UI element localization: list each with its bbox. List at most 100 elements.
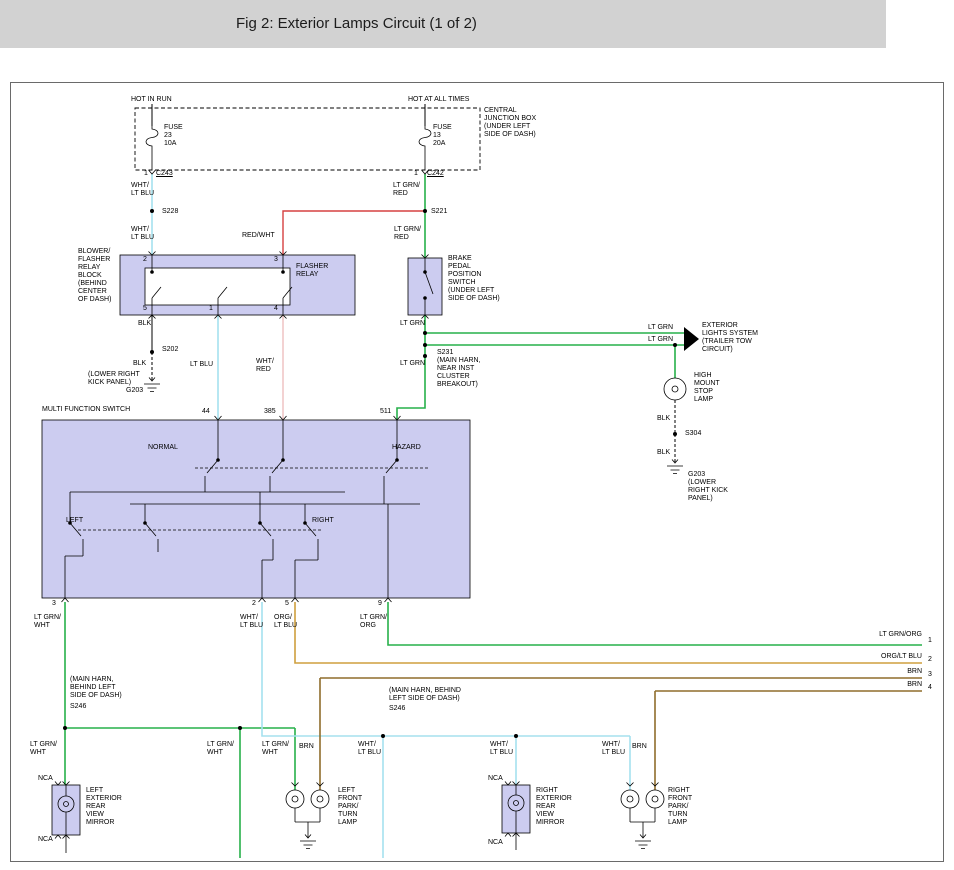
wire-label-wht-red: WHT/ RED	[256, 358, 274, 374]
label-fuse-23: FUSE 23 10A	[164, 124, 183, 148]
relay-pin-4: 4	[274, 305, 278, 313]
label-c242-pin: 1	[414, 170, 418, 178]
label-relay-block: BLOWER/ FLASHER RELAY BLOCK (BEHIND CENT…	[78, 248, 111, 304]
splice-label-s246-2: S246	[389, 705, 405, 713]
wire-label-red-wht: RED/WHT	[242, 232, 275, 240]
wire-label-lt-grn-1: LT GRN	[400, 320, 425, 328]
label-nca-3: NCA	[488, 775, 503, 783]
connector-pin-1: 1	[928, 637, 932, 645]
wire-label-org-lt-blu-2: ORG/LT BLU	[840, 653, 922, 661]
wire-label-lt-grn-wht-4: LT GRN/ WHT	[262, 741, 289, 757]
mfs-pin-3: 3	[52, 600, 56, 608]
wire-label-brn-4: BRN	[632, 743, 647, 751]
splice-label-s231: S231 (MAIN HARN, NEAR INST CLUSTER BREAK…	[437, 349, 481, 389]
wire-label-wht-lt-blu-1: WHT/ LT BLU	[131, 182, 154, 198]
wire-label-lt-grn-wht-1: LT GRN/ WHT	[34, 614, 61, 630]
splice-label-s221: S221	[431, 208, 447, 216]
label-central-junction-box: CENTRAL JUNCTION BOX (UNDER LEFT SIDE OF…	[484, 107, 536, 139]
wire-label-lt-grn-wht-3: LT GRN/ WHT	[207, 741, 234, 757]
wire-label-lt-grn-org-1: LT GRN/ ORG	[360, 614, 387, 630]
wire-label-blk-3: BLK	[657, 415, 670, 423]
wire-label-lt-grn-org-2: LT GRN/ORG	[840, 631, 922, 639]
label-c242: C242	[427, 170, 444, 178]
label-right-mirror: RIGHT EXTERIOR REAR VIEW MIRROR	[536, 787, 572, 827]
wire-label-lt-grn-4: LT GRN	[648, 336, 673, 344]
right-lamp-bulb-1	[621, 790, 639, 808]
wire-label-lt-grn-2: LT GRN	[400, 360, 425, 368]
connector-pin-3: 3	[928, 671, 932, 679]
label-normal: NORMAL	[148, 444, 178, 452]
splice-label-s304: S304	[685, 430, 701, 438]
mfs-pin-511: 511	[380, 408, 391, 416]
label-left-front-lamp: LEFT FRONT PARK/ TURN LAMP	[338, 787, 362, 827]
wire-label-wht-lt-blu-5: WHT/ LT BLU	[490, 741, 513, 757]
relay-pin-5: 5	[143, 305, 147, 313]
relay-pin-2: 2	[143, 256, 147, 264]
splice-label-s246-1: S246	[70, 703, 86, 711]
wire-label-blk-2: BLK	[133, 360, 146, 368]
central-junction-box	[135, 108, 480, 170]
flasher-relay-box	[145, 268, 290, 305]
label-left: LEFT	[66, 517, 83, 525]
mfs-pin-44: 44	[202, 408, 210, 416]
label-nca-2: NCA	[38, 836, 53, 844]
label-nca-4: NCA	[488, 839, 503, 847]
high-mount-bulb	[664, 378, 686, 400]
connector-pin-4: 4	[928, 684, 932, 692]
mfs-pin-9: 9	[378, 600, 382, 608]
label-left-mirror: LEFT EXTERIOR REAR VIEW MIRROR	[86, 787, 122, 827]
wire-label-blk-4: BLK	[657, 449, 670, 457]
wire-label-org-lt-blu-1: ORG/ LT BLU	[274, 614, 297, 630]
left-lamp-bulb-1	[286, 790, 304, 808]
c243-connector-icon	[149, 170, 156, 174]
wire-label-lt-grn-wht-2: LT GRN/ WHT	[30, 741, 57, 757]
wire-label-wht-lt-blu-2: WHT/ LT BLU	[131, 226, 154, 242]
label-fuse-13: FUSE 13 20A	[433, 124, 452, 148]
splice-label-s228: S228	[162, 208, 178, 216]
label-nca-1: NCA	[38, 775, 53, 783]
splice-label-s202: S202	[162, 346, 178, 354]
label-brake-switch: BRAKE PEDAL POSITION SWITCH (UNDER LEFT …	[448, 255, 500, 303]
wire-label-lt-blu: LT BLU	[190, 361, 213, 369]
mfs-pin-5: 5	[285, 600, 289, 608]
label-hot-at-all-times: HOT AT ALL TIMES	[408, 96, 469, 104]
wire-label-blk-1: BLK	[138, 320, 151, 328]
trailer-tow-arrow-icon	[684, 327, 699, 351]
label-c243-pin: 1	[144, 170, 148, 178]
wire-label-brn-3: BRN	[299, 743, 314, 751]
label-hot-in-run: HOT IN RUN	[131, 96, 172, 104]
wiring-diagram-canvas	[0, 0, 954, 870]
wire-label-wht-lt-blu-6: WHT/ LT BLU	[602, 741, 625, 757]
relay-pin-1: 1	[209, 305, 213, 313]
fuse-13-symbol	[419, 126, 431, 170]
mfs-pin-385: 385	[264, 408, 276, 416]
wire-label-wht-lt-blu-3: WHT/ LT BLU	[240, 614, 263, 630]
wire-label-lt-grn-red-2: LT GRN/ RED	[394, 226, 421, 242]
label-right: RIGHT	[312, 517, 334, 525]
label-main-harn-1: (MAIN HARN, BEHIND LEFT SIDE OF DASH)	[70, 676, 122, 700]
label-multi-function-switch: MULTI FUNCTION SWITCH	[42, 406, 130, 414]
label-c243: C243	[156, 170, 173, 178]
connector-pin-2: 2	[928, 656, 932, 664]
label-flasher-relay: FLASHER RELAY	[296, 263, 328, 279]
wire-label-brn-2: BRN	[884, 681, 922, 689]
right-lamp-bulb-2	[646, 790, 664, 808]
relay-pin-3: 3	[274, 256, 278, 264]
wire-label-lt-grn-3: LT GRN	[648, 324, 673, 332]
label-right-front-lamp: RIGHT FRONT PARK/ TURN LAMP	[668, 787, 692, 827]
label-hazard: HAZARD	[392, 444, 421, 452]
wire-label-wht-lt-blu-4: WHT/ LT BLU	[358, 741, 381, 757]
ground-label-g203-2: G203 (LOWER RIGHT KICK PANEL)	[688, 471, 728, 503]
left-lamp-pin-icons	[292, 783, 324, 787]
label-main-harn-2: (MAIN HARN, BEHIND LEFT SIDE OF DASH)	[389, 687, 461, 703]
left-lamp-bulb-2	[311, 790, 329, 808]
label-high-mount-stop-lamp: HIGH MOUNT STOP LAMP	[694, 372, 720, 404]
label-lower-right-kick: (LOWER RIGHT KICK PANEL)	[88, 371, 140, 387]
org-lt-blu-wire	[295, 602, 922, 663]
label-exterior-lights-system: EXTERIOR LIGHTS SYSTEM (TRAILER TOW CIRC…	[702, 322, 758, 354]
wire-label-brn-1: BRN	[884, 668, 922, 676]
ground-label-g203-1: G203	[126, 387, 143, 395]
mfs-pin-2: 2	[252, 600, 256, 608]
wiring-diagram-page: Fig 2: Exterior Lamps Circuit (1 of 2)	[0, 0, 954, 870]
wire-label-lt-grn-red-1: LT GRN/ RED	[393, 182, 420, 198]
